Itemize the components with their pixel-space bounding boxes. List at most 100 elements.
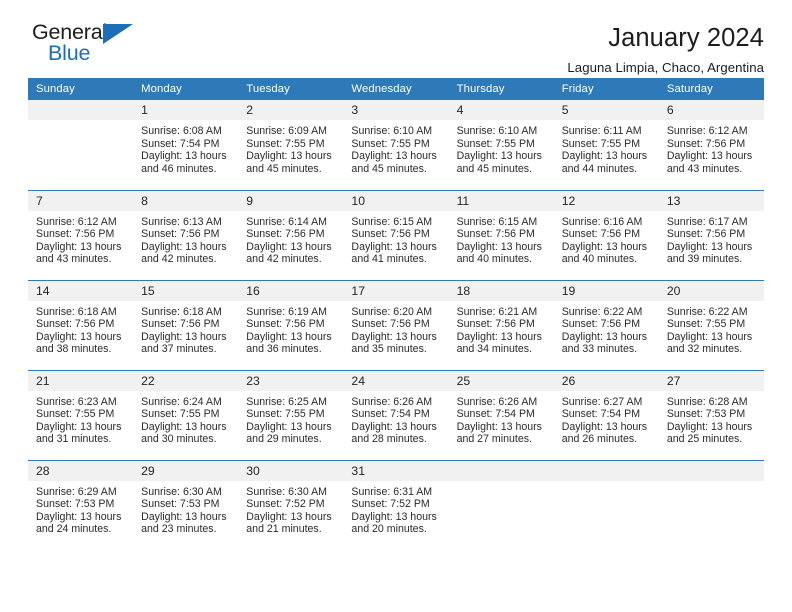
daylight-text-line2: and 43 minutes. xyxy=(36,253,112,266)
day-cell-inner: 4 Sunrise: 6:10 AM Sunset: 7:55 PM Daylight… xyxy=(448,100,554,175)
day-cell-inner: 5 Sunrise: 6:11 AM Sunset: 7:55 PM Daylight… xyxy=(553,100,659,175)
calendar-day-cell[interactable]: 8 Sunrise: 6:13 AM Sunset: 7:56 PM Daylight… xyxy=(133,189,239,280)
calendar-day-cell[interactable]: 14 Sunrise: 6:18 AM Sunset: 7:56 PM Dayligh… xyxy=(28,279,134,370)
daylight-text-line1: Daylight: 13 hours xyxy=(36,330,122,343)
calendar-day-cell[interactable]: 11 Sunrise: 6:15 AM Sunset: 7:56 PM Dayligh… xyxy=(448,189,554,280)
calendar-day-cell[interactable]: 15 Sunrise: 6:18 AM Sunset: 7:56 PM Dayligh… xyxy=(133,279,239,370)
daylight-text-line2: and 46 minutes. xyxy=(141,162,217,175)
sunrise-text: Sunrise: 6:15 AM xyxy=(351,215,433,228)
sunrise-text: Sunrise: 6:14 AM xyxy=(246,215,327,228)
weekday-header-sunday: Sunday xyxy=(28,78,134,100)
calendar-day-cell[interactable]: 16 Sunrise: 6:19 AM Sunset: 7:56 PM Dayligh… xyxy=(238,279,344,370)
daylight-text-line1: Daylight: 13 hours xyxy=(456,240,542,253)
calendar-day-cell[interactable]: 5 Sunrise: 6:11 AM Sunset: 7:55 PM Daylight… xyxy=(553,100,659,190)
calendar-day-cell[interactable]: 1 Sunrise: 6:08 AM Sunset: 7:54 PM Daylight… xyxy=(133,100,239,190)
calendar-week-row: 14 Sunrise: 6:18 AM Sunset: 7:56 PM Dayligh… xyxy=(28,279,764,370)
sunrise-text: Sunrise: 6:16 AM xyxy=(561,215,643,228)
day-number: 2 xyxy=(238,100,344,120)
daylight-text-line2: and 21 minutes. xyxy=(246,523,322,536)
calendar-day-cell[interactable]: 20 Sunrise: 6:22 AM Sunset: 7:55 PM Dayligh… xyxy=(658,279,764,370)
sunset-text: Sunset: 7:56 PM xyxy=(36,318,115,331)
day-cell-inner: 15 Sunrise: 6:18 AM Sunset: 7:56 PM Dayligh… xyxy=(133,280,239,356)
day-cell-inner: 25 Sunrise: 6:26 AM Sunset: 7:54 PM Dayligh… xyxy=(448,370,554,446)
day-details: Sunrise: 6:12 AM Sunset: 7:56 PM Daylight:… xyxy=(659,120,764,175)
calendar-day-cell[interactable]: 2 Sunrise: 6:09 AM Sunset: 7:55 PM Daylight… xyxy=(238,100,344,190)
sunset-text: Sunset: 7:56 PM xyxy=(351,318,430,331)
day-number: 16 xyxy=(238,280,344,301)
calendar-day-cell[interactable]: 24 Sunrise: 6:26 AM Sunset: 7:54 PM Dayligh… xyxy=(343,369,449,460)
calendar-day-cell[interactable]: 3 Sunrise: 6:10 AM Sunset: 7:55 PM Daylight… xyxy=(343,100,449,190)
sunset-text: Sunset: 7:52 PM xyxy=(351,498,430,511)
weekday-header-saturday: Saturday xyxy=(658,78,764,100)
calendar-day-cell[interactable]: 22 Sunrise: 6:24 AM Sunset: 7:55 PM Dayligh… xyxy=(133,369,239,460)
daylight-text-line2: and 36 minutes. xyxy=(246,343,322,356)
calendar-day-cell[interactable]: 18 Sunrise: 6:21 AM Sunset: 7:56 PM Dayligh… xyxy=(448,279,554,370)
daylight-text-line2: and 44 minutes. xyxy=(561,162,638,175)
calendar-day-cell[interactable]: 7 Sunrise: 6:12 AM Sunset: 7:56 PM Daylight… xyxy=(28,189,134,280)
sunset-text: Sunset: 7:55 PM xyxy=(351,137,430,150)
day-details: Sunrise: 6:11 AM Sunset: 7:55 PM Daylight:… xyxy=(554,120,659,175)
calendar-day-cell[interactable]: 9 Sunrise: 6:14 AM Sunset: 7:56 PM Daylight… xyxy=(238,189,344,280)
calendar-day-cell[interactable]: 23 Sunrise: 6:25 AM Sunset: 7:55 PM Dayligh… xyxy=(238,369,344,460)
calendar-day-cell[interactable]: 29 Sunrise: 6:30 AM Sunset: 7:53 PM Dayligh… xyxy=(133,459,239,550)
day-details: Sunrise: 6:30 AM Sunset: 7:53 PM Daylight:… xyxy=(133,481,238,536)
calendar-day-cell[interactable]: 25 Sunrise: 6:26 AM Sunset: 7:54 PM Dayligh… xyxy=(448,369,554,460)
sunset-text: Sunset: 7:55 PM xyxy=(456,137,535,150)
calendar-week-row: 21 Sunrise: 6:23 AM Sunset: 7:55 PM Dayligh… xyxy=(28,369,764,460)
daylight-text-line1: Daylight: 13 hours xyxy=(456,330,542,343)
sunset-text: Sunset: 7:56 PM xyxy=(561,318,641,331)
weekday-header-tuesday: Tuesday xyxy=(238,78,344,100)
daylight-text-line1: Daylight: 13 hours xyxy=(36,420,122,433)
daylight-text-line2: and 42 minutes. xyxy=(141,253,217,266)
daylight-text-line1: Daylight: 13 hours xyxy=(36,510,122,523)
day-cell-inner: 23 Sunrise: 6:25 AM Sunset: 7:55 PM Dayligh… xyxy=(238,370,344,446)
day-details: Sunrise: 6:10 AM Sunset: 7:55 PM Daylight:… xyxy=(343,120,448,175)
day-details: Sunrise: 6:27 AM Sunset: 7:54 PM Daylight:… xyxy=(554,391,659,446)
day-details: Sunrise: 6:17 AM Sunset: 7:56 PM Daylight:… xyxy=(659,211,764,266)
day-details: Sunrise: 6:22 AM Sunset: 7:55 PM Daylight:… xyxy=(659,301,764,356)
day-number: 30 xyxy=(238,460,344,481)
daylight-text-line1: Daylight: 13 hours xyxy=(561,150,648,163)
daylight-text-line1: Daylight: 13 hours xyxy=(456,420,542,433)
calendar-day-cell[interactable]: 10 Sunrise: 6:15 AM Sunset: 7:56 PM Dayligh… xyxy=(343,189,449,280)
calendar-day-cell[interactable]: 26 Sunrise: 6:27 AM Sunset: 7:54 PM Dayligh… xyxy=(553,369,659,460)
sunset-text: Sunset: 7:56 PM xyxy=(666,228,746,241)
day-details: Sunrise: 6:22 AM Sunset: 7:56 PM Daylight:… xyxy=(554,301,659,356)
daylight-text-line1: Daylight: 13 hours xyxy=(456,150,542,163)
day-number: 7 xyxy=(28,190,134,211)
calendar-head: Sunday Monday Tuesday Wednesday Thursday… xyxy=(28,78,764,100)
day-number: 27 xyxy=(658,370,764,391)
calendar-day-cell[interactable]: 31 Sunrise: 6:31 AM Sunset: 7:52 PM Dayligh… xyxy=(343,459,449,550)
calendar-day-cell[interactable]: 12 Sunrise: 6:16 AM Sunset: 7:56 PM Dayligh… xyxy=(553,189,659,280)
brand-logo[interactable]: General Blue xyxy=(32,21,144,74)
calendar-day-cell[interactable]: 30 Sunrise: 6:30 AM Sunset: 7:52 PM Dayligh… xyxy=(238,459,344,550)
sunrise-text: Sunrise: 6:24 AM xyxy=(141,395,222,408)
calendar-day-cell[interactable]: 27 Sunrise: 6:28 AM Sunset: 7:53 PM Dayligh… xyxy=(658,369,764,460)
sunset-text: Sunset: 7:56 PM xyxy=(456,228,535,241)
sunset-text: Sunset: 7:55 PM xyxy=(36,408,115,421)
day-number xyxy=(658,460,764,481)
title-block: January 2024 Laguna Limpia, Chaco, Argen… xyxy=(567,22,764,75)
calendar-day-cell[interactable]: 6 Sunrise: 6:12 AM Sunset: 7:56 PM Daylight… xyxy=(658,100,764,190)
weekday-header-row: Sunday Monday Tuesday Wednesday Thursday… xyxy=(28,78,764,100)
day-cell-inner: 8 Sunrise: 6:13 AM Sunset: 7:56 PM Daylight… xyxy=(133,190,239,266)
calendar-day-cell[interactable]: 19 Sunrise: 6:22 AM Sunset: 7:56 PM Dayligh… xyxy=(553,279,659,370)
day-details: Sunrise: 6:14 AM Sunset: 7:56 PM Daylight:… xyxy=(238,211,343,266)
daylight-text-line1: Daylight: 13 hours xyxy=(351,330,437,343)
sunrise-text: Sunrise: 6:30 AM xyxy=(141,485,222,498)
daylight-text-line1: Daylight: 13 hours xyxy=(666,240,753,253)
calendar-day-cell[interactable]: 17 Sunrise: 6:20 AM Sunset: 7:56 PM Dayligh… xyxy=(343,279,449,370)
day-cell-inner: 24 Sunrise: 6:26 AM Sunset: 7:54 PM Dayligh… xyxy=(343,370,449,446)
day-cell-inner: 22 Sunrise: 6:24 AM Sunset: 7:55 PM Dayligh… xyxy=(133,370,239,446)
daylight-text-line2: and 23 minutes. xyxy=(141,523,217,536)
calendar-day-cell[interactable]: 13 Sunrise: 6:17 AM Sunset: 7:56 PM Dayligh… xyxy=(658,189,764,280)
sunrise-text: Sunrise: 6:10 AM xyxy=(351,125,433,137)
calendar-day-cell[interactable]: 21 Sunrise: 6:23 AM Sunset: 7:55 PM Dayligh… xyxy=(28,369,134,460)
calendar-day-cell[interactable]: 4 Sunrise: 6:10 AM Sunset: 7:55 PM Daylight… xyxy=(448,100,554,190)
daylight-text-line1: Daylight: 13 hours xyxy=(666,330,753,343)
day-number: 24 xyxy=(343,370,449,391)
day-number: 3 xyxy=(343,100,449,120)
daylight-text-line1: Daylight: 13 hours xyxy=(141,420,227,433)
day-cell-inner: 16 Sunrise: 6:19 AM Sunset: 7:56 PM Dayligh… xyxy=(238,280,344,356)
calendar-day-cell[interactable]: 28 Sunrise: 6:29 AM Sunset: 7:53 PM Dayligh… xyxy=(28,459,134,550)
